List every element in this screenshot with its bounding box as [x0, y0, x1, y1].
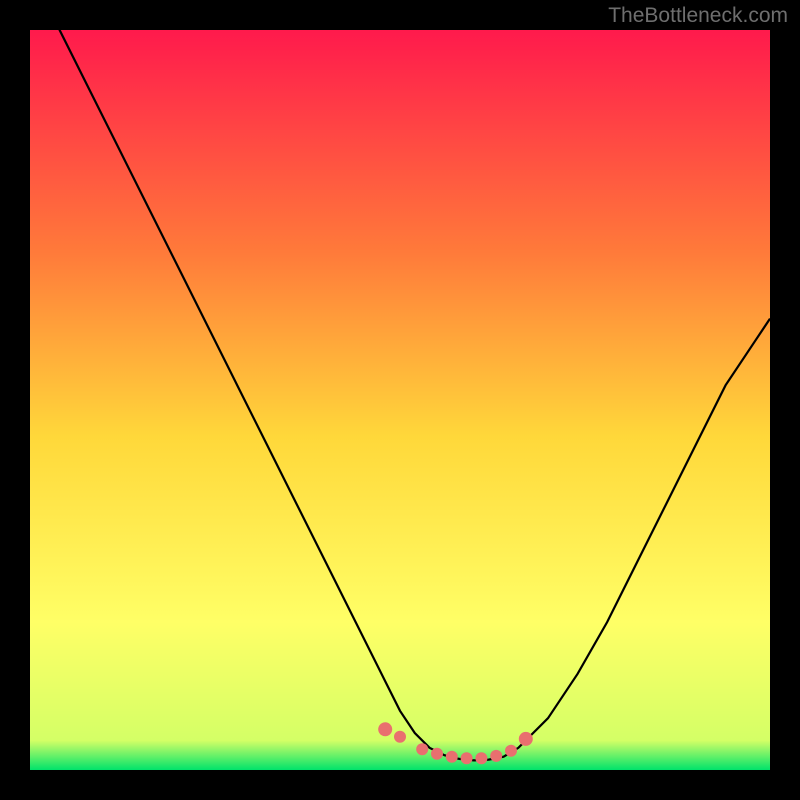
marker-dot	[461, 752, 473, 764]
marker-dot	[519, 732, 533, 746]
marker-dot	[394, 731, 406, 743]
marker-dot	[475, 752, 487, 764]
marker-dot	[431, 748, 443, 760]
chart-frame	[30, 30, 770, 770]
marker-dot	[446, 751, 458, 763]
watermark-text: TheBottleneck.com	[608, 4, 788, 28]
chart-svg	[30, 30, 770, 770]
marker-dot	[416, 743, 428, 755]
marker-dot	[378, 722, 392, 736]
gradient-background	[30, 30, 770, 770]
marker-dot	[490, 750, 502, 762]
marker-dot	[505, 745, 517, 757]
